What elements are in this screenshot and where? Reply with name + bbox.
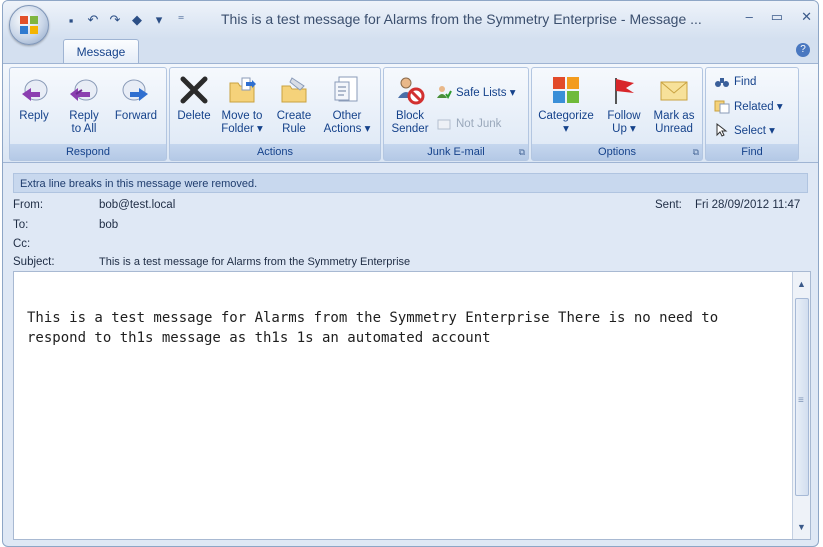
block-sender-button[interactable]: Block Sender <box>388 74 432 136</box>
subject-label: Subject: <box>13 256 55 268</box>
not-junk-button[interactable]: Not Junk <box>436 116 501 132</box>
mark-as-unread-button[interactable]: Mark as Unread <box>650 74 698 136</box>
save-icon[interactable]: ▪ <box>63 13 79 28</box>
other-actions-icon <box>334 76 358 102</box>
message-text: This is a test message for Alarms from t… <box>27 308 787 348</box>
select-button[interactable]: Select ▾ <box>714 122 775 138</box>
binoculars-icon <box>715 78 729 87</box>
categorize-icon <box>553 77 579 103</box>
message-window: ▪ ↶ ↷ ◆ ▾ ⁼ This is a test message for A… <box>2 0 819 547</box>
options-group-label: Options <box>532 144 702 160</box>
find-button[interactable]: Find <box>714 74 756 90</box>
info-bar[interactable]: Extra line breaks in this message were r… <box>13 173 808 193</box>
quick-access-toolbar: ▪ ↶ ↷ ◆ ▾ ⁼ <box>63 10 189 30</box>
customize-icon[interactable]: ⁼ <box>173 12 189 28</box>
vertical-scrollbar[interactable]: ▲ ≡ ▼ <box>792 272 810 539</box>
minimize-button[interactable]: – <box>746 9 753 25</box>
undo-icon[interactable]: ↶ <box>85 12 101 28</box>
mark-unread-icon <box>660 81 688 101</box>
create-rule-button[interactable]: Create Rule <box>274 74 314 136</box>
tab-message[interactable]: Message <box>63 39 139 64</box>
other-actions-button[interactable]: Other Actions ▾ <box>320 74 374 136</box>
from-label: From: <box>13 199 44 211</box>
cc-label: Cc: <box>13 238 31 250</box>
maximize-button[interactable]: ▭ <box>771 9 783 25</box>
reply-icon <box>22 79 48 101</box>
find-group: Find Related ▾ Select ▾ Find <box>705 67 799 161</box>
options-group: Categorize ▾ Follow Up ▾ Mark as Unread <box>531 67 703 161</box>
actions-group: Delete Move to Folder ▾ Create Rule Othe… <box>169 67 381 161</box>
message-body[interactable]: This is a test message for Alarms from t… <box>13 271 811 540</box>
close-button[interactable]: ✕ <box>801 9 812 25</box>
junk-dialog-launcher-icon[interactable]: ⧉ <box>519 147 525 158</box>
sent-value: Fri 28/09/2012 11:47 <box>695 199 801 211</box>
ribbon: Reply Reply to All Forward Respond Delet… <box>3 63 818 163</box>
junk-email-group: Block Sender Safe Lists ▾ Not Junk Junk … <box>383 67 529 161</box>
office-logo-icon <box>20 16 38 34</box>
reply-all-button[interactable]: Reply to All <box>62 74 106 136</box>
junk-email-group-label: Junk E-mail <box>384 144 528 160</box>
up-icon[interactable]: ◆ <box>129 12 145 28</box>
follow-up-icon <box>615 78 634 104</box>
options-dialog-launcher-icon[interactable]: ⧉ <box>693 147 699 158</box>
delete-icon <box>180 76 208 104</box>
categorize-button[interactable]: Categorize ▾ <box>536 74 596 136</box>
cursor-icon <box>716 122 728 137</box>
to-value[interactable]: bob <box>99 219 118 231</box>
from-value[interactable]: bob@test.local <box>99 199 175 211</box>
move-to-folder-icon <box>229 77 256 103</box>
window-title: This is a test message for Alarms from t… <box>221 11 702 27</box>
not-junk-icon <box>437 119 451 130</box>
title-bar: ▪ ↶ ↷ ◆ ▾ ⁼ This is a test message for A… <box>3 1 818 45</box>
scroll-down-icon[interactable]: ▼ <box>793 519 810 535</box>
forward-icon <box>122 79 148 101</box>
to-label: To: <box>13 219 29 231</box>
redo-icon[interactable]: ↷ <box>107 12 123 28</box>
move-to-folder-button[interactable]: Move to Folder ▾ <box>218 74 266 136</box>
reply-button[interactable]: Reply <box>14 74 54 123</box>
office-button[interactable] <box>9 5 49 45</box>
scroll-up-icon[interactable]: ▲ <box>793 276 810 292</box>
find-group-label: Find <box>706 144 798 160</box>
forward-button[interactable]: Forward <box>112 74 160 123</box>
scroll-thumb[interactable]: ≡ <box>795 298 809 496</box>
create-rule-icon <box>281 77 307 103</box>
ribbon-tabs: Message ? <box>3 39 818 64</box>
message-line-2: respond to th1s message as th1s 1s an au… <box>27 330 491 346</box>
grip-icon: ≡ <box>798 395 804 406</box>
safe-lists-button[interactable]: Safe Lists ▾ <box>436 84 515 100</box>
follow-up-button[interactable]: Follow Up ▾ <box>602 74 646 136</box>
window-controls: – ▭ ✕ <box>746 9 812 25</box>
delete-button[interactable]: Delete <box>174 74 214 123</box>
related-button[interactable]: Related ▾ <box>714 98 783 114</box>
subject-value: This is a test message for Alarms from t… <box>99 256 411 268</box>
respond-group: Reply Reply to All Forward Respond <box>9 67 167 161</box>
sent-label: Sent: <box>655 199 682 211</box>
message-line-1: This is a test message for Alarms from t… <box>27 310 719 326</box>
safe-lists-icon <box>437 86 452 99</box>
actions-group-label: Actions <box>170 144 380 160</box>
help-icon[interactable]: ? <box>796 43 810 57</box>
related-icon <box>714 100 730 114</box>
respond-group-label: Respond <box>10 144 166 160</box>
block-sender-icon <box>398 77 425 105</box>
down-icon[interactable]: ▾ <box>151 12 167 28</box>
reply-all-icon <box>70 79 98 101</box>
